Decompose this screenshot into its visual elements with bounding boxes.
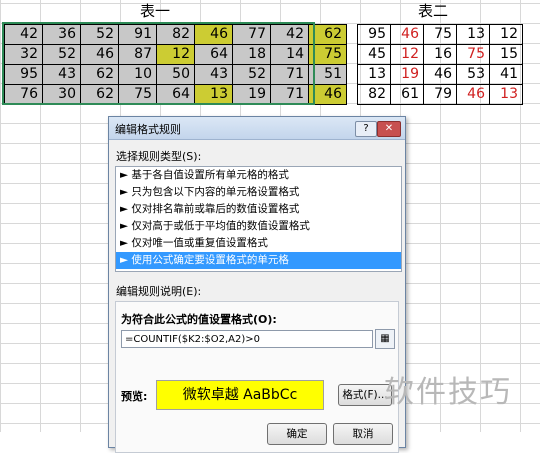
table1-cell[interactable]: 30 bbox=[42, 84, 81, 105]
format-preview: 微软卓越 AaBbCc bbox=[156, 380, 324, 410]
ok-button[interactable]: 确定 bbox=[267, 423, 327, 445]
formula-input[interactable]: =COUNTIF($K2:$O2,A2)>0 bbox=[121, 330, 373, 348]
table1-cell[interactable]: 50 bbox=[156, 64, 195, 85]
table1-cell[interactable]: 52 bbox=[42, 44, 81, 65]
rule-type-item[interactable]: ► 仅对高于或低于平均值的数值设置格式 bbox=[116, 218, 401, 235]
edit-format-rule-dialog: 编辑格式规则 ? ✕ 选择规则类型(S): ► 基于各自值设置所有单元格的格式 ►… bbox=[108, 116, 406, 453]
table1-cell[interactable]: 62 bbox=[308, 24, 347, 45]
table1-cell[interactable]: 18 bbox=[232, 44, 271, 65]
table1-cell[interactable]: 91 bbox=[118, 24, 157, 45]
table2: 95 46 75 13 12 45 12 16 75 15 13 19 46 53 41 82 61 79 46 13 bbox=[357, 24, 523, 105]
table1-cell[interactable]: 14 bbox=[270, 44, 309, 65]
close-icon[interactable]: ✕ bbox=[377, 121, 401, 137]
table1-cell[interactable]: 87 bbox=[118, 44, 157, 65]
table2-cell[interactable]: 12 bbox=[390, 44, 424, 65]
watermark-text: 软件技巧 bbox=[384, 375, 512, 410]
table2-cell[interactable]: 46 bbox=[423, 64, 457, 85]
rule-type-item[interactable]: ► 仅对唯一值或重复值设置格式 bbox=[116, 235, 401, 252]
table1-cell[interactable]: 71 bbox=[270, 84, 309, 105]
table1-cell[interactable]: 10 bbox=[118, 64, 157, 85]
table2-cell[interactable]: 13 bbox=[456, 24, 490, 45]
table2-cell[interactable]: 13 bbox=[357, 64, 391, 85]
table1-cell[interactable]: 43 bbox=[42, 64, 81, 85]
table2-cell[interactable]: 12 bbox=[489, 24, 523, 45]
table1-cell[interactable]: 75 bbox=[308, 44, 347, 65]
dialog-titlebar: 编辑格式规则 ? ✕ bbox=[109, 117, 405, 140]
rule-type-list: ► 基于各自值设置所有单元格的格式 ► 只为包含以下内容的单元格设置格式 ► 仅对排… bbox=[115, 166, 402, 272]
table1-cell[interactable]: 64 bbox=[194, 44, 233, 65]
table1-cell[interactable]: 46 bbox=[80, 44, 119, 65]
table1-cell[interactable]: 62 bbox=[80, 84, 119, 105]
rule-description-label: 编辑规则说明(E): bbox=[116, 285, 202, 298]
table2-cell[interactable]: 75 bbox=[423, 24, 457, 45]
table2-cell[interactable]: 61 bbox=[390, 84, 424, 105]
table1-cell[interactable]: 64 bbox=[156, 84, 195, 105]
table1-cell[interactable]: 51 bbox=[308, 64, 347, 85]
table1-row: 76 30 62 75 64 13 19 71 46 bbox=[4, 84, 347, 105]
rule-type-item[interactable]: ► 只为包含以下内容的单元格设置格式 bbox=[116, 184, 401, 201]
preview-label: 预览: bbox=[121, 390, 148, 403]
table1-cell[interactable]: 36 bbox=[42, 24, 81, 45]
table2-cell[interactable]: 75 bbox=[456, 44, 490, 65]
table1: 42 36 52 91 82 46 77 42 62 32 52 46 87 12 64 18 14 75 95 43… bbox=[4, 24, 347, 105]
table1-cell[interactable]: 76 bbox=[4, 84, 43, 105]
dialog-title: 编辑格式规则 bbox=[115, 123, 181, 136]
formula-label: 为符合此公式的值设置格式(O): bbox=[121, 313, 277, 326]
range-select-icon[interactable]: ▦ bbox=[375, 329, 395, 349]
rule-type-item[interactable]: ► 使用公式确定要设置格式的单元格 bbox=[116, 252, 401, 269]
table2-row: 82 61 79 46 13 bbox=[357, 84, 523, 105]
table1-cell[interactable]: 62 bbox=[80, 64, 119, 85]
rule-type-item[interactable]: ► 仅对排名靠前或靠后的数值设置格式 bbox=[116, 201, 401, 218]
table2-cell[interactable]: 46 bbox=[456, 84, 490, 105]
table1-cell[interactable]: 19 bbox=[232, 84, 271, 105]
table2-cell[interactable]: 79 bbox=[423, 84, 457, 105]
table1-cell[interactable]: 82 bbox=[156, 24, 195, 45]
table1-row: 32 52 46 87 12 64 18 14 75 bbox=[4, 44, 347, 65]
table2-cell[interactable]: 95 bbox=[357, 24, 391, 45]
table2-cell[interactable]: 16 bbox=[423, 44, 457, 65]
table2-row: 13 19 46 53 41 bbox=[357, 64, 523, 85]
table2-cell[interactable]: 41 bbox=[489, 64, 523, 85]
table2-cell[interactable]: 19 bbox=[390, 64, 424, 85]
table1-title: 表一 bbox=[140, 2, 171, 20]
table2-cell[interactable]: 15 bbox=[489, 44, 523, 65]
table1-cell[interactable]: 42 bbox=[4, 24, 43, 45]
table2-cell[interactable]: 53 bbox=[456, 64, 490, 85]
table1-cell[interactable]: 43 bbox=[194, 64, 233, 85]
table1-cell[interactable]: 52 bbox=[232, 64, 271, 85]
table2-title: 表二 bbox=[418, 2, 449, 20]
rule-type-item[interactable]: ► 基于各自值设置所有单元格的格式 bbox=[116, 167, 401, 184]
table1-cell[interactable]: 32 bbox=[4, 44, 43, 65]
table1-cell[interactable]: 13 bbox=[194, 84, 233, 105]
table2-cell[interactable]: 46 bbox=[390, 24, 424, 45]
help-button[interactable]: ? bbox=[355, 121, 377, 137]
table1-cell[interactable]: 12 bbox=[156, 44, 195, 65]
table2-row: 45 12 16 75 15 bbox=[357, 44, 523, 65]
table1-cell[interactable]: 75 bbox=[118, 84, 157, 105]
table1-cell[interactable]: 95 bbox=[4, 64, 43, 85]
table1-row: 42 36 52 91 82 46 77 42 62 bbox=[4, 24, 347, 45]
table1-cell[interactable]: 46 bbox=[194, 24, 233, 45]
table1-row: 95 43 62 10 50 43 52 71 51 bbox=[4, 64, 347, 85]
table2-cell[interactable]: 13 bbox=[489, 84, 523, 105]
table1-cell[interactable]: 42 bbox=[270, 24, 309, 45]
cancel-button[interactable]: 取消 bbox=[333, 423, 393, 445]
table2-row: 95 46 75 13 12 bbox=[357, 24, 523, 45]
table1-cell[interactable]: 71 bbox=[270, 64, 309, 85]
table1-cell[interactable]: 52 bbox=[80, 24, 119, 45]
table2-cell[interactable]: 82 bbox=[357, 84, 391, 105]
table1-cell[interactable]: 46 bbox=[308, 84, 347, 105]
table1-cell[interactable]: 77 bbox=[232, 24, 271, 45]
table2-cell[interactable]: 45 bbox=[357, 44, 391, 65]
rule-type-label: 选择规则类型(S): bbox=[116, 150, 202, 163]
